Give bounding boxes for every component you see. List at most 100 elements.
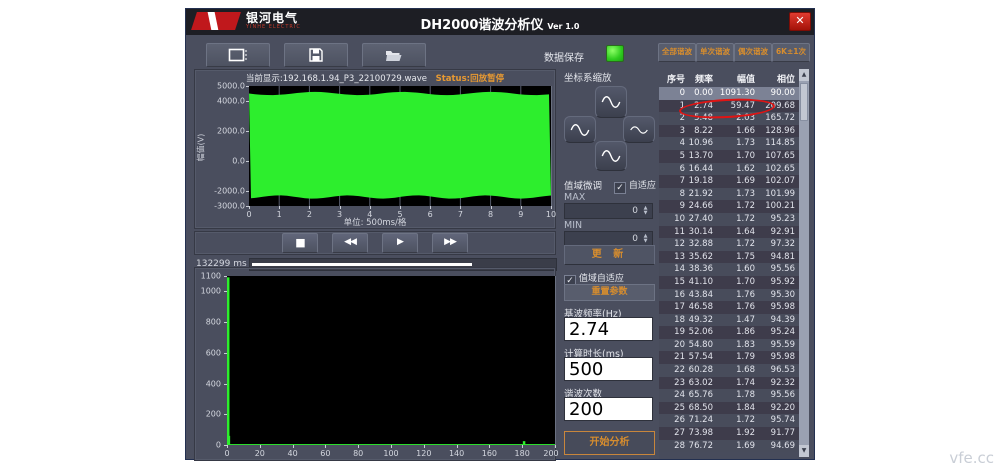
- x-tick-mark: [460, 206, 462, 209]
- waveform-plot: [249, 86, 552, 206]
- save-button[interactable]: [284, 43, 348, 67]
- filter-button-3[interactable]: 6K±1次: [772, 43, 810, 62]
- table-row[interactable]: 4 10.96 1.73 114.85: [659, 137, 799, 150]
- table-cell: 1.86: [736, 327, 755, 338]
- x-tick-label: 80: [353, 449, 364, 458]
- table-cell: 10.96: [688, 138, 713, 149]
- table-row[interactable]: 27 73.98 1.92 91.77: [659, 427, 799, 440]
- table-row[interactable]: 22 60.28 1.68 96.53: [659, 364, 799, 377]
- table-cell: 95.30: [770, 289, 795, 300]
- table-row[interactable]: 7 19.18 1.69 102.07: [659, 175, 799, 188]
- table-row[interactable]: 15 41.10 1.70 95.92: [659, 275, 799, 289]
- scroll-up-icon[interactable]: ▲: [799, 69, 809, 81]
- table-cell: 60.28: [688, 365, 713, 376]
- table-cell: 3: [679, 125, 685, 136]
- zoom-y-compress-button[interactable]: [595, 141, 627, 171]
- table-row[interactable]: 18 49.32 1.47 94.39: [659, 313, 799, 327]
- table-cell: 97.32: [770, 239, 795, 250]
- table-cell: 6: [679, 163, 685, 174]
- open-file-button[interactable]: [362, 43, 426, 67]
- current-file-label: 当前显示:192.168.1.94_P3_22100729.wave: [245, 74, 427, 84]
- fast-forward-button[interactable]: ▶▶: [432, 233, 468, 253]
- reset-params-button[interactable]: 重置参数: [564, 284, 655, 301]
- table-cell: 28: [674, 440, 685, 451]
- table-row[interactable]: 1 2.74 59.47 209.68: [659, 99, 799, 113]
- x-tick-mark: [520, 206, 522, 209]
- close-button[interactable]: ✕: [789, 12, 811, 31]
- start-analysis-button[interactable]: 开始分析: [564, 431, 655, 455]
- table-cell: 91.77: [770, 428, 795, 439]
- spinner-arrows-icon[interactable]: ▲ ▼: [641, 232, 650, 246]
- table-row[interactable]: 16 43.84 1.76 95.30: [659, 288, 799, 302]
- y-tick-label: 400: [205, 379, 221, 389]
- table-row[interactable]: 26 71.24 1.72 95.74: [659, 414, 799, 428]
- x-tick-mark: [227, 445, 228, 448]
- table-row[interactable]: 19 52.06 1.86 95.24: [659, 326, 799, 339]
- table-cell: 12: [674, 239, 685, 250]
- table-row[interactable]: 28 76.72 1.69 94.69: [659, 439, 799, 453]
- table-row[interactable]: 23 63.02 1.74 92.32: [659, 376, 799, 390]
- table-cell: 95.92: [770, 276, 795, 287]
- table-row[interactable]: 14 38.36 1.60 95.56: [659, 263, 799, 276]
- zoom-x-compress-button[interactable]: [564, 116, 596, 143]
- table-cell: 1.75: [736, 251, 755, 262]
- max-input[interactable]: 0 ▲ ▼: [564, 203, 653, 219]
- table-row[interactable]: 17 46.58 1.76 95.98: [659, 301, 799, 314]
- table-cell: 27.40: [688, 213, 713, 224]
- table-row[interactable]: 2 5.48 2.03 165.72: [659, 112, 799, 125]
- harmonic-count-input[interactable]: 200: [564, 397, 653, 421]
- table-row[interactable]: 3 8.22 1.66 128.96: [659, 124, 799, 138]
- table-cell: 41.10: [688, 276, 713, 287]
- table-cell: 8.22: [694, 125, 713, 136]
- zoom-x-expand-button[interactable]: [623, 116, 655, 143]
- table-cell: 114.85: [765, 138, 795, 149]
- scrollbar-thumb[interactable]: [800, 83, 808, 121]
- table-row[interactable]: 13 35.62 1.75 94.81: [659, 250, 799, 264]
- table-cell: 1.64: [736, 226, 755, 237]
- table-row[interactable]: 20 54.80 1.83 95.59: [659, 338, 799, 352]
- x-tick-mark: [551, 206, 552, 209]
- table-scrollbar[interactable]: ▲ ▼: [799, 69, 809, 457]
- table-cell: 76.72: [688, 440, 713, 451]
- table-row[interactable]: 6 16.44 1.62 102.65: [659, 162, 799, 176]
- title-bar: 银河电气 YINHE ELECTRIC DH2000谐波分析仪 Ver 1.0 ✕: [186, 9, 814, 35]
- table-cell: 24: [674, 390, 685, 401]
- device-button[interactable]: [206, 43, 270, 67]
- table-row[interactable]: 21 57.54 1.79 95.98: [659, 351, 799, 365]
- table-cell: 1.78: [736, 390, 755, 401]
- table-cell: 9: [679, 201, 685, 212]
- calc-duration-input[interactable]: 500: [564, 357, 653, 381]
- save-icon: [309, 48, 323, 62]
- play-button[interactable]: ▶: [382, 233, 418, 253]
- scroll-down-icon[interactable]: ▼: [799, 445, 809, 457]
- table-row[interactable]: 9 24.66 1.72 100.21: [659, 200, 799, 213]
- stop-button[interactable]: ■: [282, 233, 318, 253]
- rewind-button[interactable]: ◀◀: [332, 233, 368, 253]
- filter-button-1[interactable]: 单次谐波: [696, 43, 734, 62]
- table-row[interactable]: 5 13.70 1.70 107.65: [659, 149, 799, 163]
- table-row[interactable]: 10 27.40 1.72 95.23: [659, 212, 799, 226]
- spinner-arrows-icon[interactable]: ▲ ▼: [641, 204, 650, 218]
- y-tick-mark: [224, 322, 227, 324]
- filter-button-0[interactable]: 全部谐波: [658, 43, 696, 62]
- sine-wave-icon: [629, 125, 649, 135]
- x-tick-mark: [430, 206, 432, 209]
- table-row[interactable]: 11 30.14 1.64 92.91: [659, 225, 799, 239]
- table-row[interactable]: 12 32.88 1.72 97.32: [659, 238, 799, 251]
- fundamental-freq-input[interactable]: 2.74: [564, 317, 653, 341]
- table-cell: 73.98: [688, 428, 713, 439]
- table-cell: 71.24: [688, 415, 713, 426]
- table-cell: 1.62: [736, 163, 755, 174]
- table-cell: 1.72: [736, 213, 755, 224]
- table-row[interactable]: 25 68.50 1.84 92.20: [659, 401, 799, 415]
- zoom-y-expand-button[interactable]: [595, 86, 627, 118]
- update-button[interactable]: 更 新: [564, 245, 655, 265]
- table-row[interactable]: 0 0.00 1091.30 90.00: [659, 87, 799, 100]
- table-cell: 2.03: [736, 113, 755, 124]
- filter-button-2[interactable]: 偶次谐波: [734, 43, 772, 62]
- auto-adapt-checkbox[interactable]: ✓ 自适应: [614, 178, 656, 194]
- checkbox-check-icon: ✓: [614, 182, 626, 194]
- table-row[interactable]: 24 65.76 1.78 95.56: [659, 389, 799, 402]
- x-tick-label: 20: [254, 449, 265, 458]
- table-row[interactable]: 8 21.92 1.73 101.99: [659, 187, 799, 201]
